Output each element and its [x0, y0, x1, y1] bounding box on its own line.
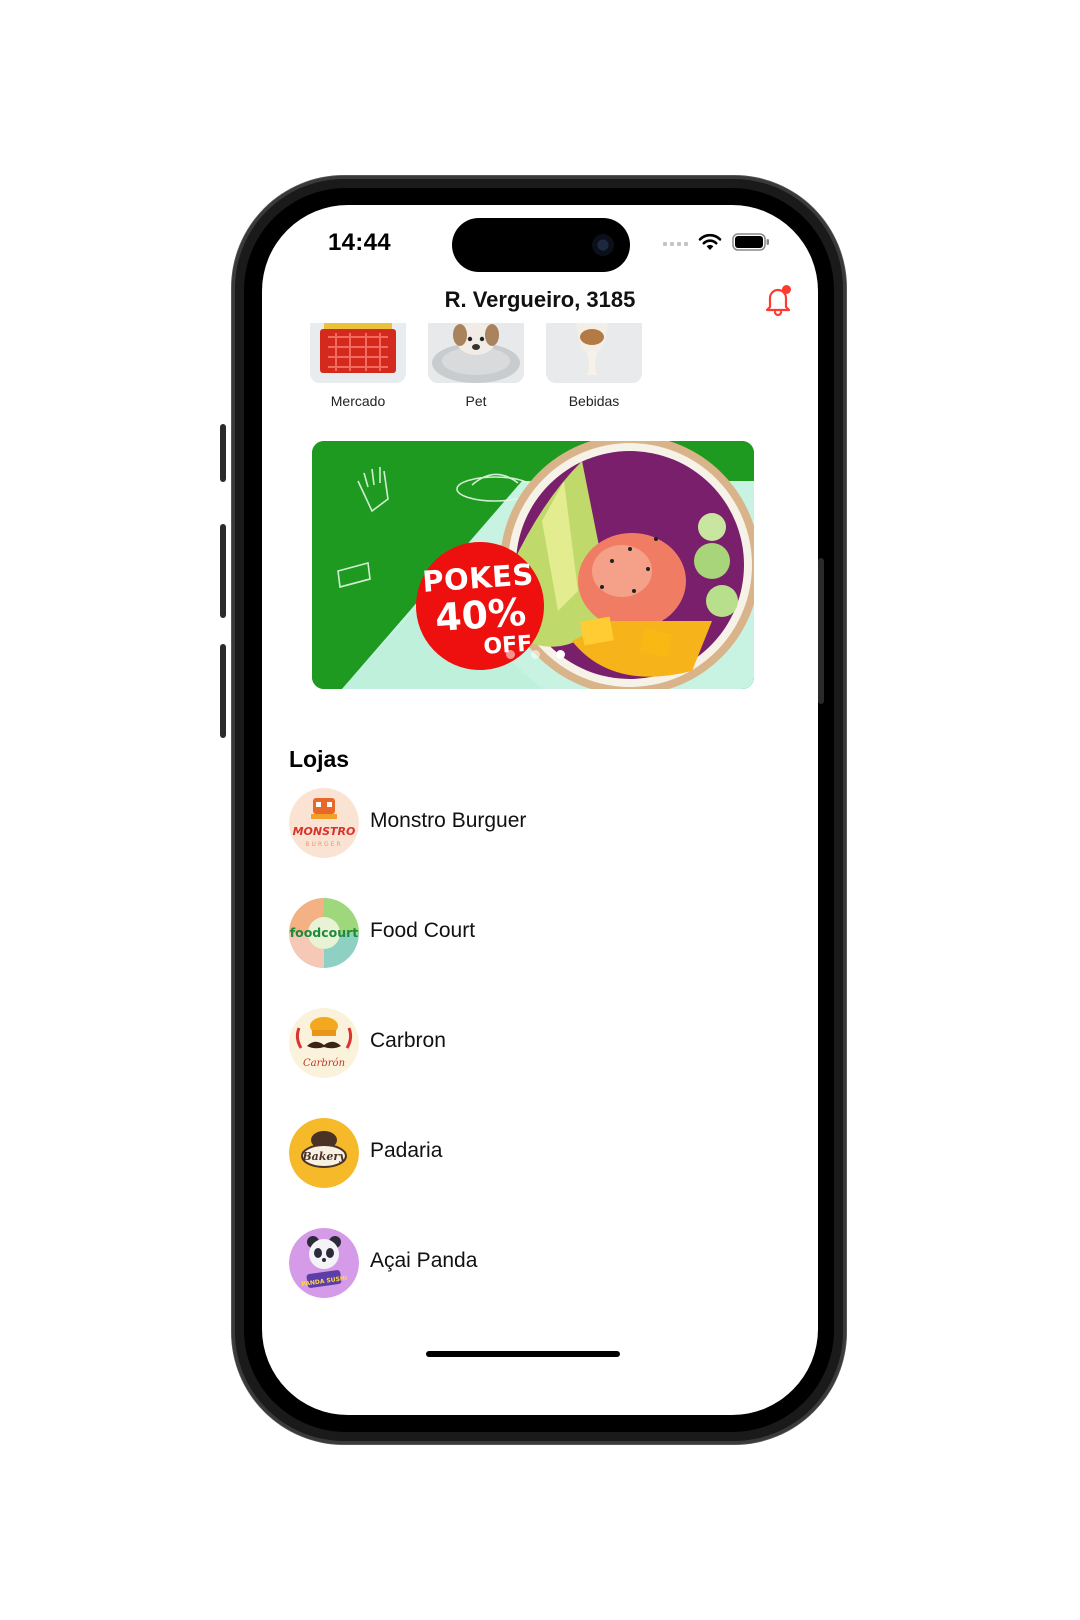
delivery-address[interactable]: R. Vergueiro, 3185	[262, 287, 818, 313]
dynamic-island	[452, 218, 630, 272]
stores-section-title: Lojas	[289, 746, 350, 772]
grocery-basket-icon	[310, 323, 406, 383]
svg-text:Carbrón: Carbrón	[303, 1058, 345, 1069]
store-name: Açai Panda	[370, 1249, 478, 1272]
store-item[interactable]: foodcourt Food Court	[289, 898, 798, 1008]
acai-panda-logo: PANDA SUSHI	[289, 1228, 359, 1298]
store-item[interactable]: MONSTRO BURGER Monstro Burguer	[289, 788, 798, 898]
category-label: Bebidas	[568, 393, 620, 409]
wifi-icon	[698, 233, 722, 250]
drinks-icon	[546, 323, 642, 383]
status-time: 14:44	[328, 229, 391, 256]
category-bebidas[interactable]: Bebidas	[546, 323, 642, 409]
store-name: Carbron	[370, 1029, 446, 1052]
svg-text:Bakery: Bakery	[301, 1150, 347, 1163]
status-indicators	[663, 233, 770, 251]
padaria-logo: Bakery	[289, 1118, 359, 1188]
volume-down-button	[220, 644, 226, 738]
store-item[interactable]: Bakery Padaria	[289, 1118, 798, 1228]
category-label: Pet	[465, 393, 487, 409]
volume-up-button	[220, 524, 226, 618]
carousel-dot[interactable]	[506, 650, 515, 659]
category-label: Mercado	[330, 393, 386, 409]
battery-icon	[732, 233, 769, 251]
pet-dog-icon	[428, 323, 524, 383]
store-list: MONSTRO BURGER Monstro Burguer foodcourt	[289, 788, 798, 1338]
power-button	[818, 558, 824, 704]
notification-bell-icon[interactable]	[762, 283, 794, 317]
store-item[interactable]: PANDA SUSHI Açai Panda	[289, 1228, 798, 1338]
cellular-signal-icon	[663, 242, 688, 246]
store-name: Monstro Burguer	[370, 809, 527, 832]
svg-text:MONSTRO: MONSTRO	[293, 825, 356, 838]
food-court-logo: foodcourt	[289, 898, 359, 968]
category-pet[interactable]: Pet	[428, 323, 524, 409]
store-item[interactable]: Carbrón Carbron	[289, 1008, 798, 1118]
action-button	[220, 424, 226, 482]
monstro-burguer-logo: MONSTRO BURGER	[289, 788, 359, 858]
carousel-dot[interactable]	[531, 650, 540, 659]
store-name: Padaria	[370, 1139, 443, 1162]
svg-text:foodcourt: foodcourt	[290, 925, 359, 940]
promo-banner[interactable]: POKES 40% OFF	[312, 441, 754, 689]
svg-text:BURGER: BURGER	[305, 841, 342, 848]
category-mercado[interactable]: Mercado	[310, 323, 406, 409]
home-indicator[interactable]	[426, 1351, 620, 1357]
carbron-logo: Carbrón	[289, 1008, 359, 1078]
carousel-dots[interactable]	[506, 650, 565, 659]
store-name: Food Court	[370, 919, 476, 942]
camera-icon	[592, 234, 614, 256]
page: 14:44 R. Vergueiro, 3185 Mercado Pet Beb…	[0, 0, 1080, 1620]
category-row: Mercado Pet Bebidas	[310, 323, 642, 409]
app-screen: 14:44 R. Vergueiro, 3185 Mercado Pet Beb…	[262, 205, 818, 1415]
carousel-dot-active[interactable]	[556, 650, 565, 659]
